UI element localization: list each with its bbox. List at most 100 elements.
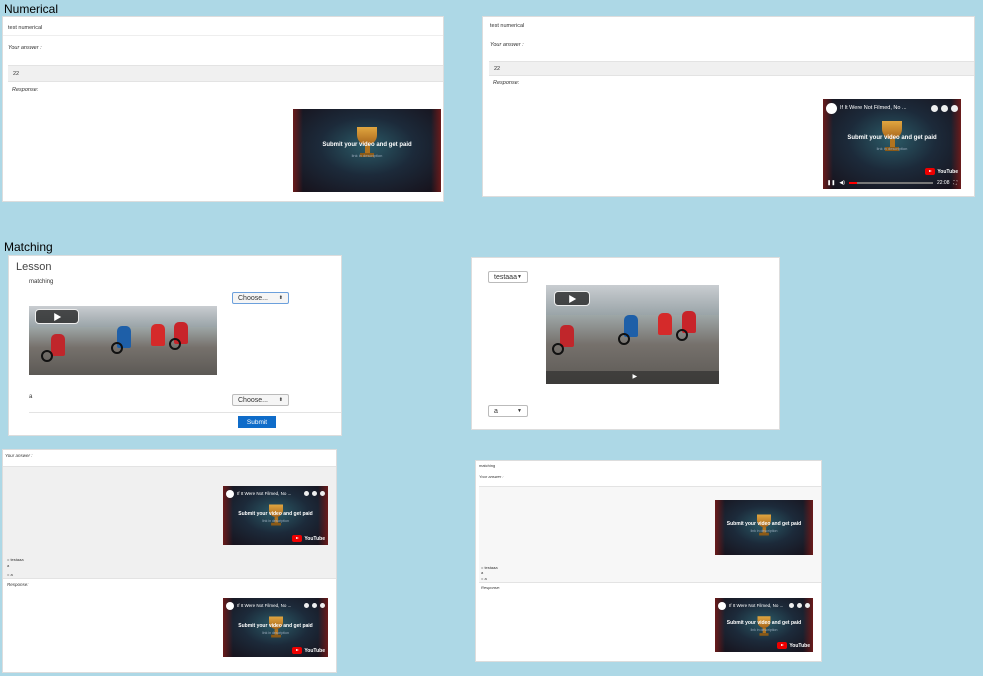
youtube-player[interactable]: If It Were Not Filmed, No ... Submit you…: [223, 486, 328, 545]
matching-prompt: matching: [29, 279, 54, 285]
youtube-header: If It Were Not Filmed, No ...: [715, 598, 813, 613]
volume-icon[interactable]: ◀): [839, 180, 845, 186]
response-label: Response:: [12, 87, 39, 93]
youtube-header: If It Were Not Filmed, No ...: [223, 598, 328, 613]
section-label-matching: Matching: [4, 240, 53, 254]
numerical-review-panel-left: test numerical Your answer : 22 Response…: [2, 16, 444, 202]
video-subtext: link in description: [750, 529, 778, 533]
video-time: 22:08: [936, 179, 950, 186]
channel-avatar[interactable]: [718, 601, 726, 610]
channel-avatar[interactable]: [226, 601, 234, 610]
video-thumbnail[interactable]: Submit your video and get paid link in d…: [715, 500, 813, 555]
youtube-video-title[interactable]: If It Were Not Filmed, No ...: [237, 603, 301, 608]
matching-review-panel-left: Your answer : If It Were Not Filmed, No …: [2, 449, 337, 673]
info-icon[interactable]: [951, 104, 958, 112]
share-icon[interactable]: [941, 104, 948, 112]
answer-line: a: [481, 570, 484, 575]
share-icon[interactable]: [312, 603, 317, 608]
youtube-player[interactable]: If It Were Not Filmed, No ... Submit you…: [715, 598, 813, 652]
video-subtext: link in description: [262, 519, 289, 523]
answer-value: 22: [494, 66, 501, 72]
bmx-video[interactable]: ▶: [546, 285, 719, 384]
youtube-logo[interactable]: YouTube: [925, 168, 958, 175]
watch-later-icon[interactable]: [931, 104, 938, 112]
youtube-logo[interactable]: YouTube: [292, 535, 325, 542]
match-select-2[interactable]: a ▼: [488, 405, 528, 417]
youtube-logo[interactable]: YouTube: [777, 642, 810, 649]
your-answer-label: Your answer :: [490, 42, 524, 48]
video-headline: Submit your video and get paid: [238, 511, 313, 517]
response-label: Response:: [493, 80, 520, 86]
updown-arrows-icon: ⬍: [278, 397, 283, 403]
matching-review-panel-right: matching Your answer : Submit your video…: [475, 460, 822, 662]
response-label: Response:: [7, 582, 29, 587]
match-select-2[interactable]: Choose... ⬍: [232, 394, 289, 406]
submit-button[interactable]: Submit: [238, 416, 276, 428]
video-subtext: link in description: [262, 631, 289, 635]
youtube-video-title[interactable]: If It Were Not Filmed, No ...: [729, 603, 786, 608]
answer-line: a: [7, 563, 10, 568]
info-icon[interactable]: [805, 603, 810, 608]
watch-later-icon[interactable]: [789, 603, 794, 608]
channel-avatar[interactable]: [826, 102, 837, 114]
video-headline: Submit your video and get paid: [238, 623, 313, 629]
video-headline: Submit your video and get paid: [726, 620, 802, 626]
youtube-controls: ❚❚ ◀) 22:08 ⛶: [823, 176, 961, 189]
answer-line: = a: [7, 572, 13, 577]
answer-value: 22: [13, 71, 20, 77]
video-control-bar: ▶: [546, 371, 719, 384]
answer-box: 22: [489, 61, 974, 76]
video-headline: Submit your video and get paid: [322, 142, 412, 148]
youtube-header: If It Were Not Filmed, No ...: [823, 99, 961, 117]
matching-prompt: matching: [479, 463, 496, 468]
your-answer-label: Your answer :: [479, 474, 504, 479]
question-text: test numerical: [8, 25, 43, 31]
answer-line: = testaaa: [7, 557, 24, 562]
numerical-review-panel-right: test numerical Your answer : 22 Response…: [482, 16, 975, 197]
video-subtext: link in description: [876, 146, 908, 151]
progress-bar[interactable]: [848, 181, 933, 184]
youtube-player[interactable]: If It Were Not Filmed, No ... Submit you…: [223, 598, 328, 657]
video-thumbnail[interactable]: Submit your video and get paid link in d…: [293, 109, 441, 192]
section-label-numerical: Numerical: [4, 2, 59, 16]
play-icon[interactable]: [35, 309, 79, 324]
pause-icon[interactable]: ❚❚: [827, 180, 835, 186]
updown-arrows-icon: ⬍: [278, 295, 283, 301]
info-icon[interactable]: [320, 491, 325, 496]
matching-answer-panel: testaaa ▼ ▶ a ▼: [471, 257, 780, 430]
match-select-1[interactable]: testaaa ▼: [488, 271, 528, 283]
video-subtext: link in description: [351, 153, 383, 158]
bmx-video[interactable]: [29, 306, 217, 375]
play-icon[interactable]: [554, 291, 590, 306]
youtube-header: If It Were Not Filmed, No ...: [223, 486, 328, 501]
youtube-logo[interactable]: YouTube: [292, 647, 325, 654]
share-icon[interactable]: [312, 491, 317, 496]
answer-box: 22: [8, 65, 443, 82]
youtube-video-title[interactable]: If It Were Not Filmed, No ...: [840, 105, 928, 111]
answer-line: = a: [481, 576, 487, 581]
answer-box: If It Were Not Filmed, No ... Submit you…: [3, 466, 336, 579]
play-icon[interactable]: ▶: [633, 373, 638, 380]
lesson-title: Lesson: [16, 261, 52, 273]
channel-avatar[interactable]: [226, 489, 234, 498]
your-answer-label: Your answer :: [5, 453, 33, 458]
match-item-a: a: [29, 394, 33, 400]
fullscreen-icon[interactable]: ⛶: [953, 180, 957, 186]
answer-box: Submit your video and get paid link in d…: [479, 486, 821, 583]
watch-later-icon[interactable]: [304, 491, 309, 496]
matching-lesson-panel: Lesson matching Choose... ⬍ a Choose... ⬍ …: [8, 255, 342, 436]
youtube-player[interactable]: If It Were Not Filmed, No ... Submit you…: [823, 99, 961, 189]
info-icon[interactable]: [320, 603, 325, 608]
answer-line: = testaaa: [481, 565, 498, 570]
watch-later-icon[interactable]: [304, 603, 309, 608]
youtube-video-title[interactable]: If It Were Not Filmed, No ...: [237, 491, 301, 496]
chevron-down-icon: ▼: [517, 274, 522, 280]
chevron-down-icon: ▼: [517, 408, 522, 414]
video-headline: Submit your video and get paid: [726, 521, 802, 527]
share-icon[interactable]: [797, 603, 802, 608]
video-headline: Submit your video and get paid: [847, 135, 937, 141]
response-label: Response:: [481, 585, 501, 590]
your-answer-label: Your answer :: [8, 45, 42, 51]
match-select-1[interactable]: Choose... ⬍: [232, 292, 289, 304]
video-subtext: link in description: [750, 628, 778, 632]
